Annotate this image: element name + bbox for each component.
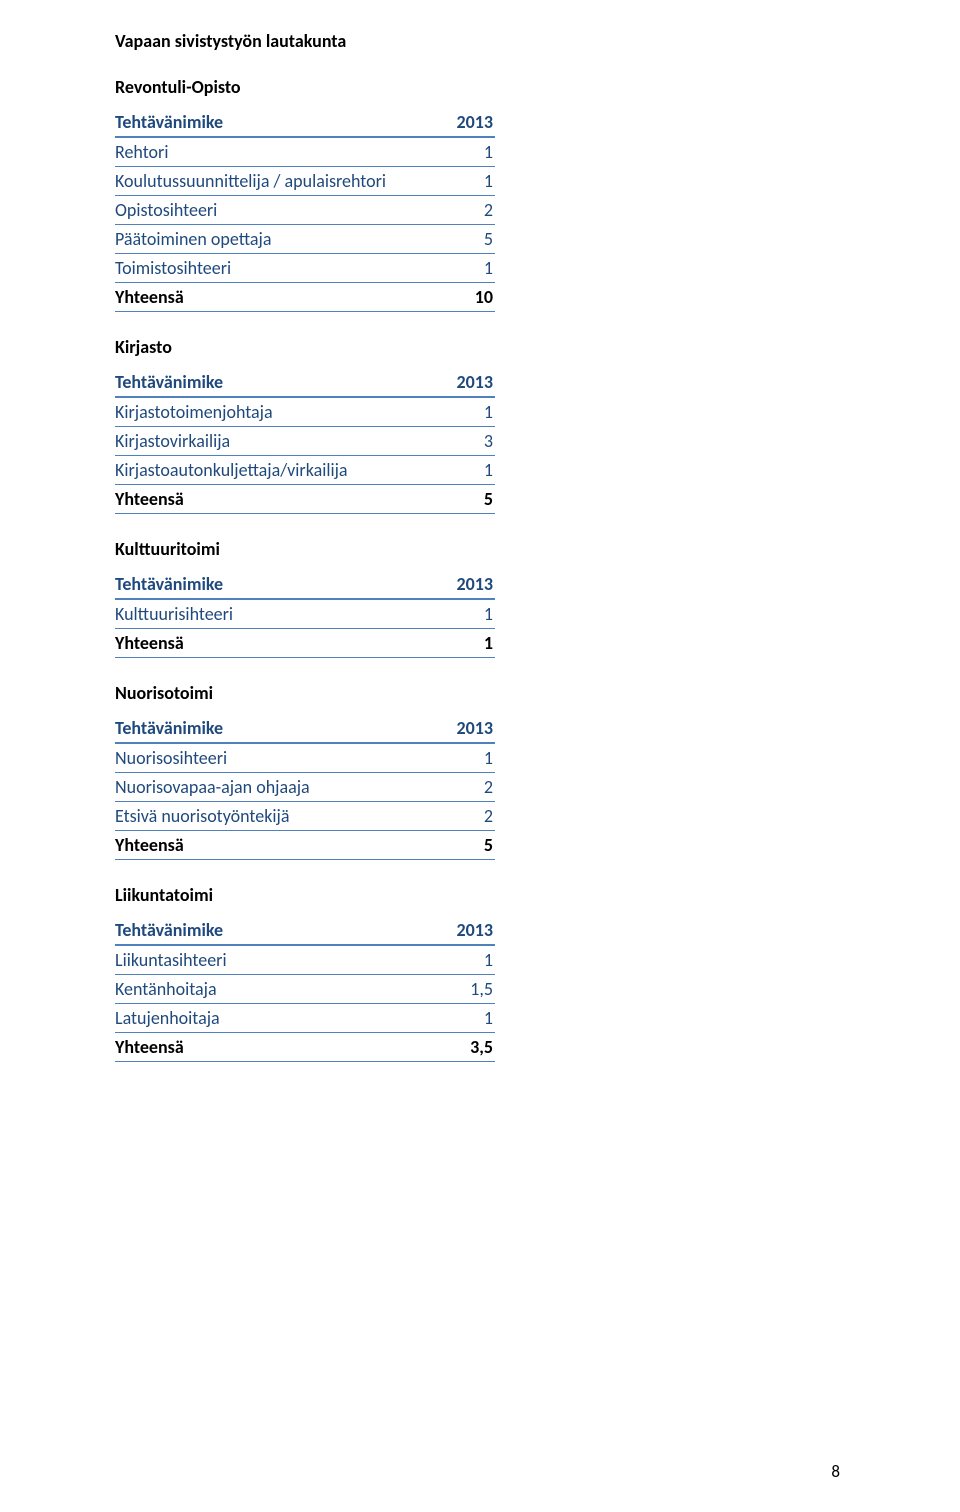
table-row: Latujenhoitaja1 (115, 1004, 495, 1033)
total-row: Yhteensä10 (115, 283, 495, 312)
row-label: Päätoiminen opettaja (115, 225, 435, 254)
table-row: Kirjastovirkailija3 (115, 427, 495, 456)
table-header-row: Tehtävänimike2013 (115, 570, 495, 599)
table-row: Opistosihteeri2 (115, 196, 495, 225)
row-value: 2 (435, 773, 495, 802)
row-label: Rehtori (115, 137, 435, 167)
job-table: Tehtävänimike2013Nuorisosihteeri1Nuoriso… (115, 714, 495, 860)
table-row: Nuorisosihteeri1 (115, 743, 495, 773)
row-value: 1 (435, 167, 495, 196)
section: Liikuntatoimi Tehtävänimike2013Liikuntasi… (115, 884, 840, 1062)
row-value: 2 (435, 802, 495, 831)
table-row: Kirjastoautonkuljettaja/virkailija1 (115, 456, 495, 485)
table-row: Etsivä nuorisotyöntekijä2 (115, 802, 495, 831)
table-row: Liikuntasihteeri1 (115, 945, 495, 975)
table-row: Koulutussuunnittelija / apulaisrehtori1 (115, 167, 495, 196)
total-row: Yhteensä5 (115, 831, 495, 860)
table-row: Toimistosihteeri1 (115, 254, 495, 283)
total-label: Yhteensä (115, 831, 435, 860)
row-label: Nuorisovapaa-ajan ohjaaja (115, 773, 435, 802)
row-value: 1 (435, 397, 495, 427)
section-title: Nuorisotoimi (115, 682, 840, 704)
total-value: 1 (435, 629, 495, 658)
table-header-row: Tehtävänimike2013 (115, 368, 495, 397)
total-value: 5 (435, 485, 495, 514)
row-value: 1 (435, 945, 495, 975)
row-value: 2 (435, 196, 495, 225)
table-header-row: Tehtävänimike2013 (115, 714, 495, 743)
header-label: Tehtävänimike (115, 916, 435, 945)
row-value: 1 (435, 456, 495, 485)
total-value: 3,5 (435, 1033, 495, 1062)
header-year: 2013 (435, 714, 495, 743)
row-label: Toimistosihteeri (115, 254, 435, 283)
row-label: Latujenhoitaja (115, 1004, 435, 1033)
job-table: Tehtävänimike2013Liikuntasihteeri1Kentän… (115, 916, 495, 1062)
page-number: 8 (831, 1461, 840, 1482)
row-label: Kirjastovirkailija (115, 427, 435, 456)
row-value: 1 (435, 254, 495, 283)
header-label: Tehtävänimike (115, 714, 435, 743)
total-row: Yhteensä5 (115, 485, 495, 514)
row-value: 1 (435, 599, 495, 629)
row-value: 1 (435, 1004, 495, 1033)
section-title: Revontuli-Opisto (115, 76, 840, 98)
table-header-row: Tehtävänimike2013 (115, 108, 495, 137)
total-label: Yhteensä (115, 629, 435, 658)
total-row: Yhteensä3,5 (115, 1033, 495, 1062)
table-row: Kulttuurisihteeri1 (115, 599, 495, 629)
table-row: Rehtori1 (115, 137, 495, 167)
header-label: Tehtävänimike (115, 108, 435, 137)
total-value: 10 (435, 283, 495, 312)
total-label: Yhteensä (115, 1033, 435, 1062)
section-title: Kirjasto (115, 336, 840, 358)
row-label: Kentänhoitaja (115, 975, 435, 1004)
row-label: Nuorisosihteeri (115, 743, 435, 773)
total-row: Yhteensä1 (115, 629, 495, 658)
row-label: Opistosihteeri (115, 196, 435, 225)
row-value: 1,5 (435, 975, 495, 1004)
row-value: 1 (435, 743, 495, 773)
header-year: 2013 (435, 108, 495, 137)
header-label: Tehtävänimike (115, 570, 435, 599)
table-row: Kirjastotoimenjohtaja1 (115, 397, 495, 427)
row-value: 1 (435, 137, 495, 167)
header-year: 2013 (435, 570, 495, 599)
table-row: Nuorisovapaa-ajan ohjaaja2 (115, 773, 495, 802)
section: Revontuli-Opisto Tehtävänimike2013Rehtori… (115, 76, 840, 312)
header-year: 2013 (435, 916, 495, 945)
row-label: Kirjastotoimenjohtaja (115, 397, 435, 427)
total-value: 5 (435, 831, 495, 860)
job-table: Tehtävänimike2013Rehtori1Koulutussuunnit… (115, 108, 495, 312)
row-label: Kirjastoautonkuljettaja/virkailija (115, 456, 435, 485)
section: Nuorisotoimi Tehtävänimike2013Nuorisosiht… (115, 682, 840, 860)
total-label: Yhteensä (115, 485, 435, 514)
table-row: Kentänhoitaja1,5 (115, 975, 495, 1004)
section-title: Liikuntatoimi (115, 884, 840, 906)
row-label: Etsivä nuorisotyöntekijä (115, 802, 435, 831)
job-table: Tehtävänimike2013Kirjastotoimenjohtaja1K… (115, 368, 495, 514)
page-title: Vapaan sivistystyön lautakunta (115, 30, 840, 52)
row-label: Koulutussuunnittelija / apulaisrehtori (115, 167, 435, 196)
header-label: Tehtävänimike (115, 368, 435, 397)
section: Kulttuuritoimi Tehtävänimike2013Kulttuuri… (115, 538, 840, 658)
table-header-row: Tehtävänimike2013 (115, 916, 495, 945)
header-year: 2013 (435, 368, 495, 397)
table-row: Päätoiminen opettaja5 (115, 225, 495, 254)
job-table: Tehtävänimike2013Kulttuurisihteeri1Yhtee… (115, 570, 495, 658)
row-label: Liikuntasihteeri (115, 945, 435, 975)
total-label: Yhteensä (115, 283, 435, 312)
row-value: 5 (435, 225, 495, 254)
section-title: Kulttuuritoimi (115, 538, 840, 560)
section: Kirjasto Tehtävänimike2013Kirjastotoimenj… (115, 336, 840, 514)
row-label: Kulttuurisihteeri (115, 599, 435, 629)
row-value: 3 (435, 427, 495, 456)
